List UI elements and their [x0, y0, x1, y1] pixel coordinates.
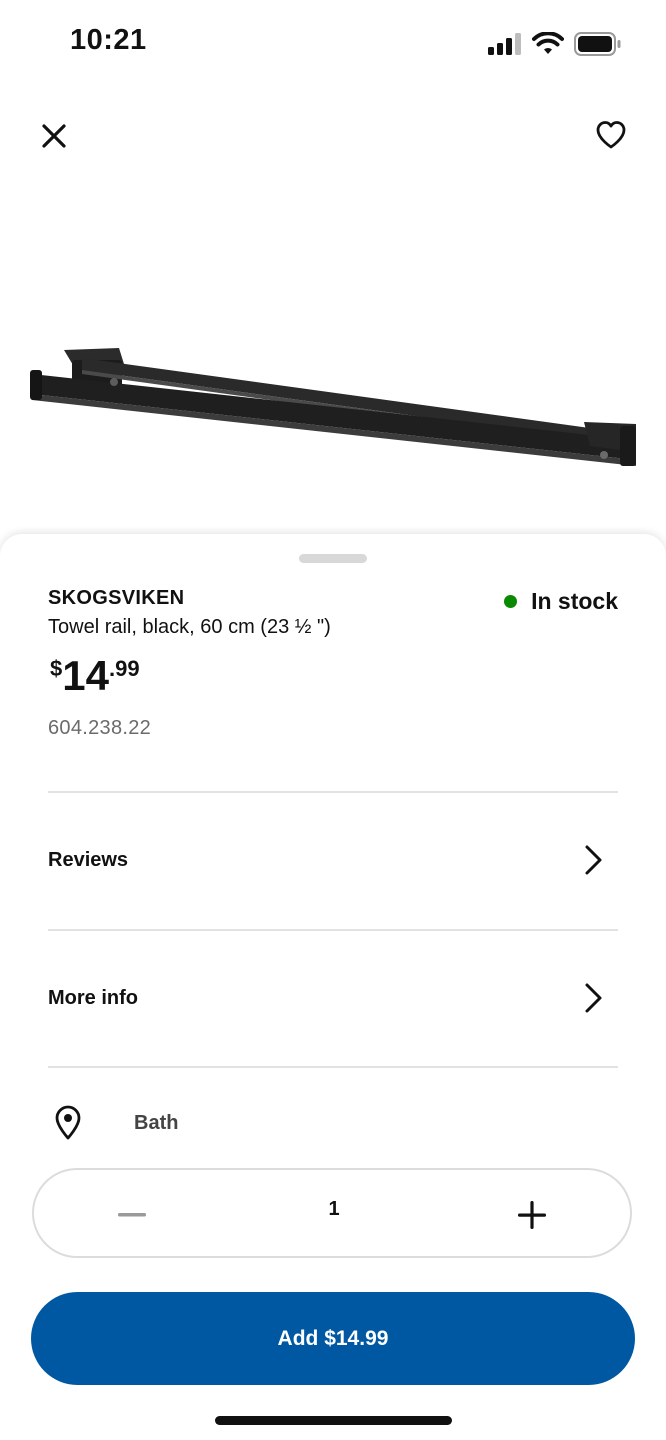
status-time: 10:21 [70, 24, 147, 56]
stock-status-text: In stock [531, 588, 618, 614]
chevron-right-icon [585, 983, 602, 1013]
quantity-value: 1 [328, 1198, 340, 1220]
article-number: 604.238.22 [48, 717, 152, 739]
product-description: Towel rail, black, 60 cm (23 ½ ") [48, 616, 331, 638]
chevron-right-icon [585, 845, 602, 875]
product-image [24, 330, 644, 500]
more-info-row[interactable]: More info [48, 953, 618, 1043]
price-decimals: .99 [108, 656, 140, 681]
close-button[interactable] [30, 112, 78, 160]
divider [48, 791, 618, 793]
stock-status: In stock [504, 588, 618, 615]
close-icon [42, 124, 66, 148]
reviews-row[interactable]: Reviews [48, 815, 618, 905]
sheet-grabber[interactable] [299, 554, 367, 563]
decrease-quantity-button[interactable] [94, 1190, 170, 1240]
location-label: Bath [134, 1111, 179, 1134]
divider [48, 929, 618, 931]
location-row[interactable]: Bath [48, 1098, 618, 1148]
favorite-button[interactable] [586, 110, 636, 160]
status-icons [488, 32, 622, 56]
price-currency: $ [50, 656, 63, 681]
increase-quantity-button[interactable] [494, 1190, 570, 1240]
location-pin-icon [48, 1105, 88, 1141]
battery-icon [574, 32, 621, 56]
cellular-signal-icon [488, 33, 521, 55]
status-bar: 10:21 [0, 0, 666, 90]
plus-icon [518, 1201, 546, 1229]
wifi-icon [532, 32, 564, 54]
home-indicator [215, 1416, 452, 1425]
product-name: SKOGSVIKEN [48, 587, 185, 609]
more-info-label: More info [48, 986, 138, 1009]
reviews-label: Reviews [48, 848, 129, 871]
product-price: $ 14 .99 [50, 650, 140, 702]
add-to-cart-button[interactable]: Add $14.99 [31, 1292, 635, 1385]
quantity-stepper: 1 [32, 1168, 632, 1258]
minus-icon [118, 1213, 146, 1217]
stock-indicator-dot [504, 595, 518, 608]
heart-icon [596, 121, 626, 149]
divider [48, 1066, 618, 1068]
price-integer: 14 [62, 652, 109, 699]
product-sheet: SKOGSVIKEN Towel rail, black, 60 cm (23 … [0, 534, 666, 1440]
